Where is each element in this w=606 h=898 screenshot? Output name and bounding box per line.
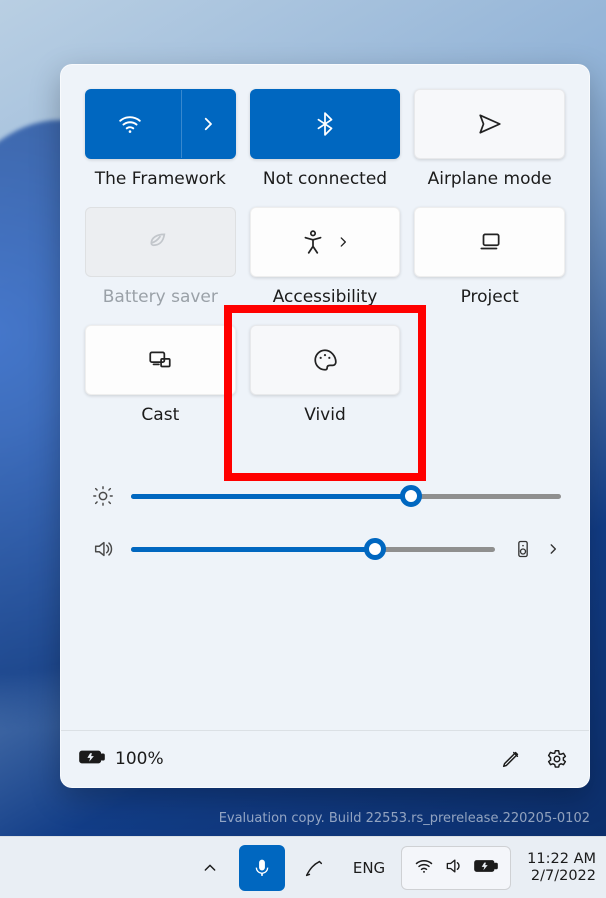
accessibility-label: Accessibility (273, 287, 378, 307)
brightness-slider[interactable] (131, 494, 561, 499)
tile-bluetooth: Not connected (250, 89, 401, 189)
volume-slider[interactable] (131, 547, 495, 552)
language-button[interactable]: ENG (343, 845, 395, 891)
tile-battery-saver: Battery saver (85, 207, 236, 307)
cast-icon (147, 347, 173, 373)
wifi-button[interactable] (85, 89, 236, 159)
bluetooth-button[interactable] (250, 89, 401, 159)
tile-vivid: Vivid (250, 325, 401, 425)
tray-battery-icon (474, 858, 498, 878)
tray-overflow-button[interactable] (187, 845, 233, 891)
speaker-icon (89, 538, 117, 560)
tray-volume-icon (444, 856, 464, 880)
accessibility-icon (300, 229, 326, 255)
clock-date: 2/7/2022 (531, 868, 596, 885)
battery-text: 100% (115, 749, 164, 769)
battery-icon (79, 748, 105, 771)
watermark-build: Evaluation copy. Build 22553.rs_prerelea… (219, 811, 590, 826)
quick-settings-grid: The Framework Not connected (61, 65, 589, 431)
tile-cast: Cast (85, 325, 236, 425)
microphone-button[interactable] (239, 845, 285, 891)
airplane-label: Airplane mode (428, 169, 552, 189)
cast-button[interactable] (85, 325, 236, 395)
language-text: ENG (353, 859, 385, 877)
chevron-right-icon (336, 229, 350, 255)
brightness-icon (89, 485, 117, 507)
battery-saver-button (85, 207, 236, 277)
tray-wifi-icon (414, 856, 434, 880)
system-tray[interactable] (401, 846, 511, 890)
watermark: Evaluation copy. Build 22553.rs_prerelea… (219, 811, 590, 826)
wifi-label: The Framework (95, 169, 226, 189)
wifi-more[interactable] (181, 90, 235, 158)
clock-time: 11:22 AM (527, 851, 596, 868)
bluetooth-icon (312, 111, 338, 137)
quick-settings-panel: The Framework Not connected (60, 64, 590, 788)
sliders-section (61, 431, 589, 601)
audio-output-button[interactable] (509, 535, 537, 563)
audio-output-more[interactable] (545, 535, 561, 563)
project-label: Project (461, 287, 519, 307)
chevron-right-icon (199, 111, 217, 137)
tile-project: Project (414, 207, 565, 307)
battery-status[interactable]: 100% (79, 748, 164, 771)
volume-row (89, 535, 561, 563)
settings-button[interactable] (543, 745, 571, 773)
tile-airplane: Airplane mode (414, 89, 565, 189)
battery-leaf-icon (147, 229, 173, 255)
vivid-button[interactable] (250, 325, 401, 395)
vivid-label: Vivid (304, 405, 346, 425)
airplane-button[interactable] (414, 89, 565, 159)
accessibility-button[interactable] (250, 207, 401, 277)
cast-label: Cast (141, 405, 179, 425)
wifi-icon (117, 111, 143, 137)
palette-icon (312, 347, 338, 373)
airplane-icon (477, 111, 503, 137)
taskbar: ENG 11:22 AM 2/7/2022 (0, 836, 606, 898)
brightness-row (89, 485, 561, 507)
project-button[interactable] (414, 207, 565, 277)
edit-button[interactable] (497, 745, 525, 773)
tile-wifi: The Framework (85, 89, 236, 189)
battery-saver-label: Battery saver (103, 287, 218, 307)
bluetooth-label: Not connected (263, 169, 387, 189)
project-icon (477, 229, 503, 255)
wifi-toggle[interactable] (86, 90, 175, 158)
pen-menu-button[interactable] (291, 845, 337, 891)
panel-footer: 100% (61, 730, 589, 787)
clock-button[interactable]: 11:22 AM 2/7/2022 (517, 851, 596, 884)
tile-accessibility: Accessibility (250, 207, 401, 307)
